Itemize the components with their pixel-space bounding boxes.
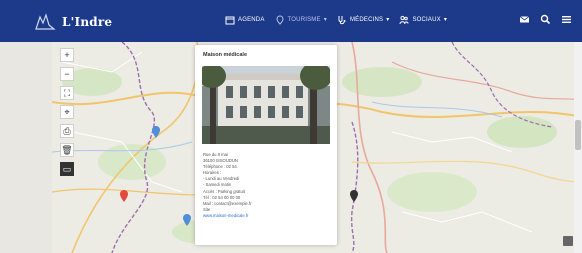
people-icon (399, 15, 409, 25)
nav-tourisme-label: TOURISME (287, 17, 321, 23)
locate-button[interactable]: ⌖ (60, 105, 74, 119)
nav-agenda[interactable]: AGENDA (225, 15, 265, 25)
brand-name: L'Indre (62, 15, 113, 29)
page-scrollbar[interactable] (574, 42, 582, 253)
trash-button[interactable]: 🗑 (60, 143, 74, 157)
info-popup: Maison médicale Rue du 8 mai 36100 ISSOUD… (195, 45, 337, 245)
chevron-down-icon: ▾ (443, 17, 448, 23)
nav-tourisme[interactable]: TOURISME ▾ (275, 15, 327, 25)
search-icon[interactable] (540, 14, 551, 25)
top-navbar: L'Indre AGENDA TOURISME ▾ MÉDECINS ▾ SOC… (0, 0, 582, 42)
popup-details: Rue du 8 mai 36100 ISSOUDUN Téléphone : 02… (203, 152, 331, 219)
menu-icon[interactable] (561, 14, 572, 25)
map-pin-icon (276, 15, 284, 25)
nav-sociaux-label: SOCIAUX (412, 17, 441, 23)
stethoscope-icon (338, 16, 346, 25)
scrollbar-thumb[interactable] (575, 120, 581, 150)
logo-icon (35, 13, 56, 30)
zoom-out-button[interactable]: − (60, 67, 74, 81)
nav-agenda-label: AGENDA (238, 17, 265, 23)
header-actions (519, 14, 572, 25)
map-marker[interactable] (183, 214, 191, 226)
map-marker[interactable] (152, 126, 160, 138)
calendar-icon (225, 16, 235, 25)
popup-line[interactable]: www.maison-medicale.fr (203, 213, 331, 219)
fullscreen-button[interactable]: ⛶ (60, 86, 74, 100)
map-marker[interactable] (120, 190, 128, 202)
chevron-down-icon: ▾ (323, 17, 327, 23)
popup-title: Maison médicale (203, 52, 248, 58)
main-nav: AGENDA TOURISME ▾ MÉDECINS ▾ SOCIAUX ▾ (225, 15, 447, 25)
mail-icon[interactable] (519, 14, 530, 25)
zoom-in-button[interactable]: + (60, 48, 74, 62)
layers-button[interactable]: ▭ (60, 162, 74, 176)
chevron-down-icon: ▾ (386, 17, 390, 23)
nav-sociaux[interactable]: SOCIAUX ▾ (399, 15, 447, 25)
building-photo (202, 66, 330, 144)
map-marker[interactable] (350, 190, 358, 202)
map-controls: + − ⛶ ⌖ ⎙ 🗑 ▭ (60, 48, 74, 181)
scroll-to-top-button[interactable] (563, 236, 573, 246)
brand-logo[interactable]: L'Indre (34, 11, 112, 33)
nav-medecins-label: MÉDECINS (349, 17, 384, 23)
print-button[interactable]: ⎙ (60, 124, 74, 138)
nav-medecins[interactable]: MÉDECINS ▾ (337, 15, 390, 25)
